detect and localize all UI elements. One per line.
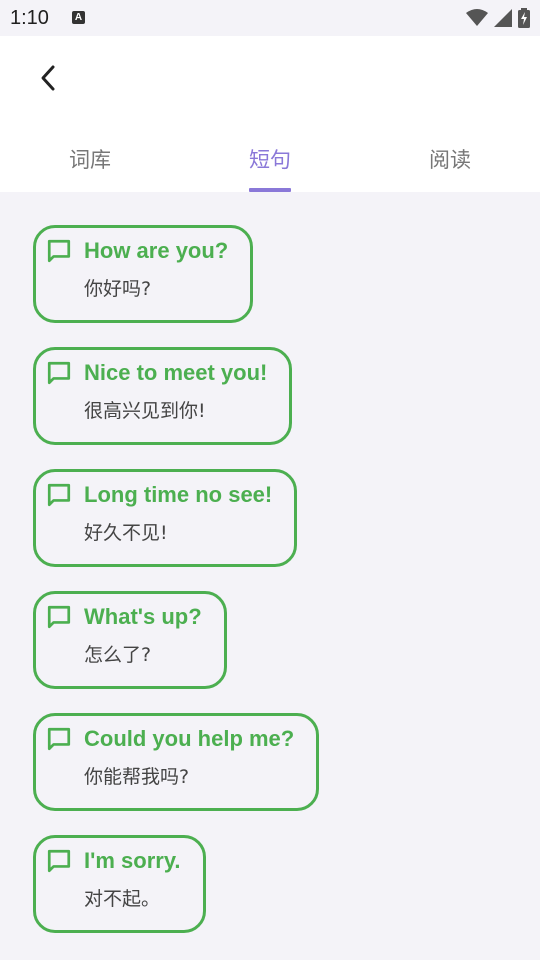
wifi-icon: [466, 9, 488, 26]
phrase-chinese: 怎么了?: [84, 644, 152, 666]
chat-bubble-icon: [47, 849, 71, 873]
app-bar: 词库 短句 阅读: [0, 36, 540, 192]
phrase-card[interactable]: I'm sorry. 对不起。: [33, 835, 206, 933]
phrase-english: Could you help me?: [84, 726, 295, 751]
back-button[interactable]: [28, 58, 68, 98]
phrase-chinese: 很高兴见到你!: [84, 400, 206, 422]
tab-phrases[interactable]: 短句: [180, 136, 360, 192]
phrase-chinese: 对不起。: [84, 888, 161, 910]
phrase-card[interactable]: What's up? 怎么了?: [33, 591, 227, 689]
phrase-english: I'm sorry.: [84, 848, 181, 873]
chat-bubble-icon: [47, 361, 71, 385]
phrase-card[interactable]: How are you? 你好吗?: [33, 225, 254, 323]
status-icons: [466, 8, 530, 28]
tab-vocabulary-label: 词库: [69, 148, 111, 172]
chevron-left-icon: [41, 65, 55, 91]
tab-reading[interactable]: 阅读: [360, 136, 540, 192]
chat-bubble-icon: [47, 483, 71, 507]
phrase-english: Long time no see!: [84, 482, 273, 507]
phrase-card[interactable]: Long time no see! 好久不见!: [33, 469, 298, 567]
status-time: 1:10: [10, 7, 49, 29]
phrase-card[interactable]: Could you help me? 你能帮我吗?: [33, 713, 320, 811]
status-bar: 1:10 A: [0, 0, 540, 36]
tab-phrases-label: 短句: [249, 148, 291, 172]
tab-reading-label: 阅读: [429, 148, 471, 172]
phrase-chinese: 你好吗?: [84, 278, 152, 300]
tab-vocabulary[interactable]: 词库: [0, 136, 180, 192]
phrase-chinese: 你能帮我吗?: [84, 766, 190, 788]
phrase-chinese: 好久不见!: [84, 522, 168, 544]
tab-bar: 词库 短句 阅读: [0, 136, 540, 192]
active-tab-indicator: [249, 188, 291, 192]
chat-bubble-icon: [47, 605, 71, 629]
phrase-english: What's up?: [84, 604, 202, 629]
phrase-english: Nice to meet you!: [84, 360, 268, 385]
a-notification-icon: A: [72, 11, 85, 24]
signal-icon: [494, 9, 512, 27]
battery-charging-icon: [518, 8, 530, 28]
chat-bubble-icon: [47, 239, 71, 263]
phrase-english: How are you?: [84, 238, 229, 263]
phrase-card[interactable]: Nice to meet you! 很高兴见到你!: [33, 347, 293, 445]
phrase-list: How are you? 你好吗? Nice to meet you! 很高兴见…: [33, 225, 320, 957]
chat-bubble-icon: [47, 727, 71, 751]
